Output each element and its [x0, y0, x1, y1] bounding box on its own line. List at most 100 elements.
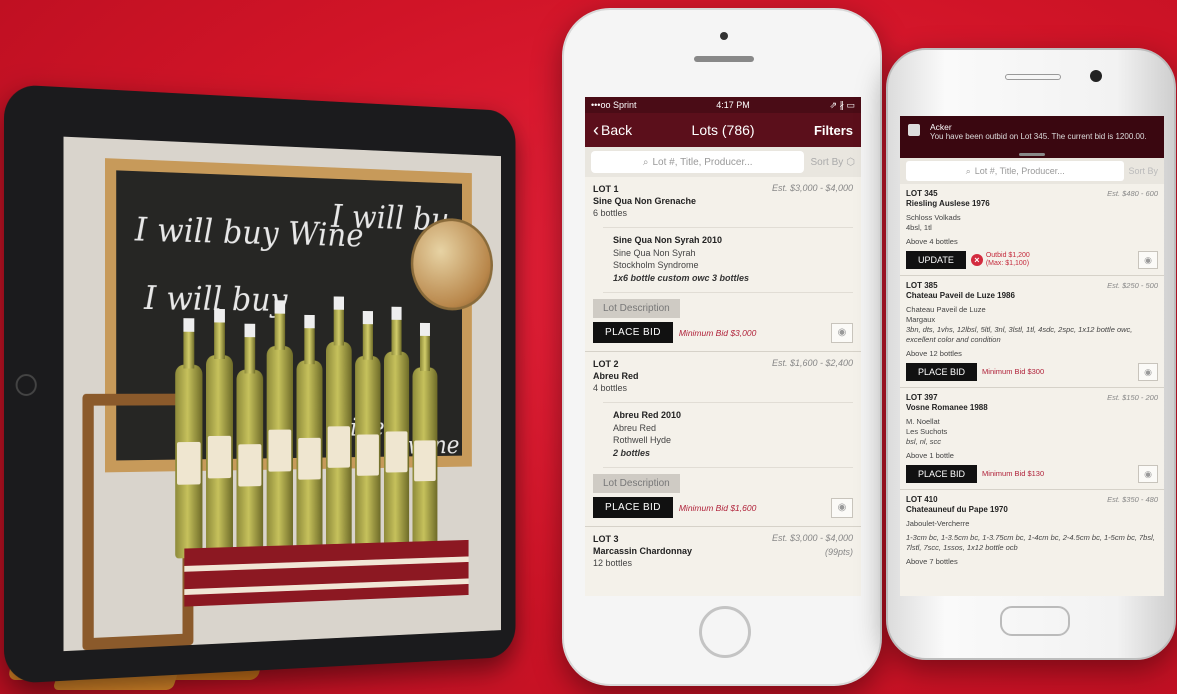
- notification-message: You have been outbid on Lot 345. The cur…: [930, 132, 1147, 141]
- lot-item[interactable]: LOT 385 Est. $250 - 500 Chateau Paveil d…: [900, 276, 1164, 388]
- place-bid-button[interactable]: PLACE BID: [906, 465, 978, 483]
- lot-line: Margaux: [906, 315, 936, 324]
- lot-description-toggle[interactable]: Lot Description: [593, 299, 680, 318]
- lot-note: 3bn, dts, 1vhs, 12lbsl, 5ltl, 3nl, 3lstl…: [906, 325, 1133, 344]
- status-time: 4:17 PM: [716, 100, 750, 110]
- sort-by-button[interactable]: Sort By: [1128, 166, 1158, 176]
- search-input[interactable]: ⌕ Lot #, Title, Producer...: [906, 161, 1125, 181]
- watch-eye-icon[interactable]: ◉: [1138, 251, 1158, 269]
- carrier-signal: •••oo Sprint: [591, 100, 637, 110]
- notification-drag-handle[interactable]: [900, 150, 1164, 158]
- search-icon: ⌕: [642, 156, 649, 168]
- search-row: ⌕ Lot #, Title, Producer... Sort By: [900, 158, 1164, 184]
- chevron-left-icon: ‹: [593, 120, 599, 140]
- lot-estimate: Est. $1,600 - $2,400: [771, 358, 853, 368]
- watch-eye-icon[interactable]: ◉: [1138, 465, 1158, 483]
- lot-above: Above 7 bottles: [906, 557, 958, 566]
- chalk-text: I will buy Wine: [134, 210, 364, 255]
- bid-row: PLACE BID Minimum Bid $130 ◉: [906, 461, 1158, 489]
- lot-line: Les Suchots: [906, 427, 948, 436]
- lot-estimate: Est. $480 - 600: [1107, 189, 1158, 198]
- update-bid-button[interactable]: UPDATE: [906, 251, 966, 269]
- lot-above: Above 1 bottle: [906, 451, 954, 460]
- lot-title: Marcassin Chardonnay: [593, 546, 693, 556]
- wine-bottles-image: [175, 287, 460, 559]
- wine-packaging: 1x6 bottle custom owc 3 bottles: [613, 272, 750, 283]
- wine-line: Stockholm Syndrome: [613, 260, 699, 270]
- place-bid-button[interactable]: PLACE BID: [593, 322, 673, 343]
- search-input[interactable]: ⌕ Lot #, Title, Producer...: [591, 151, 805, 173]
- app-icon: [908, 124, 920, 136]
- watch-eye-icon[interactable]: ◉: [1138, 363, 1158, 381]
- status-bar: •••oo Sprint 4:17 PM ⇗ ∦ ▭: [585, 97, 861, 113]
- lot-points: (99pts): [824, 547, 853, 557]
- lot-description-toggle[interactable]: Lot Description: [593, 474, 680, 493]
- tablet-device: I will buy Wine I will bu I will buy win…: [4, 84, 516, 684]
- bid-row: PLACE BID Minimum Bid $3,000 ◉: [593, 318, 853, 351]
- sort-icon: ⬡: [846, 156, 855, 168]
- iphone-screen: •••oo Sprint 4:17 PM ⇗ ∦ ▭ ‹ Back Lots (…: [585, 97, 861, 596]
- status-icons: ⇗ ∦ ▭: [829, 99, 855, 110]
- lot-item[interactable]: LOT 2 Est. $1,600 - $2,400 Abreu Red 4 b…: [585, 352, 861, 527]
- earpiece-speaker: [1005, 74, 1061, 80]
- notification-app-name: Acker: [930, 122, 952, 132]
- bid-row: PLACE BID Minimum Bid $300 ◉: [906, 359, 1158, 387]
- wine-name: Sine Qua Non Syrah 2010: [613, 235, 723, 245]
- search-placeholder: Lot #, Title, Producer...: [652, 156, 753, 168]
- lot-above: Above 4 bottles: [906, 237, 958, 246]
- search-placeholder: Lot #, Title, Producer...: [974, 166, 1065, 176]
- back-label: Back: [601, 122, 633, 138]
- watch-eye-icon[interactable]: ◉: [831, 322, 853, 343]
- wine-name: Abreu Red 2010: [613, 410, 682, 420]
- minimum-bid: Minimum Bid $3,000: [678, 327, 757, 338]
- lot-quantity: 12 bottles: [593, 558, 633, 568]
- lot-item[interactable]: LOT 3 Est. $3,000 - $4,000 Marcassin Cha…: [585, 527, 861, 569]
- lot-title: Chateau Paveil de Luze 1986: [906, 291, 1015, 300]
- lot-estimate: Est. $150 - 200: [1107, 393, 1158, 402]
- lot-line: Schloss Volkads: [906, 213, 961, 222]
- lot-detail: Sine Qua Non Syrah 2010 Sine Qua Non Syr…: [603, 227, 853, 293]
- lot-item[interactable]: LOT 1 Est. $3,000 - $4,000 Sine Qua Non …: [585, 177, 861, 352]
- close-circle-icon: ×: [970, 254, 983, 266]
- android-device: Acker You have been outbid on Lot 345. T…: [886, 48, 1176, 660]
- wine-line: Sine Qua Non Syrah: [613, 247, 696, 258]
- minimum-bid: Minimum Bid $130: [982, 469, 1045, 478]
- earpiece-speaker: [694, 56, 754, 62]
- lot-note: 1-3cm bc, 1-3.5cm bc, 1-3.75cm bc, 1-4cm…: [906, 533, 1155, 552]
- lot-line: 4bsl, 1tl: [906, 223, 932, 232]
- lot-above: Above 12 bottles: [906, 349, 962, 358]
- iphone-device: •••oo Sprint 4:17 PM ⇗ ∦ ▭ ‹ Back Lots (…: [562, 8, 882, 686]
- back-button[interactable]: ‹ Back: [593, 120, 633, 140]
- wine-packaging: 2 bottles: [613, 447, 651, 458]
- lot-line: M. Noellat: [906, 417, 940, 426]
- home-button[interactable]: [699, 606, 751, 658]
- lot-estimate: Est. $3,000 - $4,000: [771, 183, 853, 193]
- place-bid-button[interactable]: PLACE BID: [593, 497, 673, 518]
- lot-title: Chateauneuf du Pape 1970: [906, 505, 1008, 514]
- place-bid-button[interactable]: PLACE BID: [906, 363, 978, 381]
- sort-by-button[interactable]: Sort By ⬡: [810, 157, 855, 168]
- lot-title: Sine Qua Non Grenache: [593, 196, 697, 206]
- books-image: [184, 539, 469, 607]
- outbid-amount: Outbid $1,200: [985, 252, 1030, 259]
- front-camera: [1090, 70, 1102, 82]
- bid-row: UPDATE × Outbid $1,200 (Max: $1,100) ◉: [906, 247, 1158, 275]
- lot-item[interactable]: LOT 410 Est. $350 - 480 Chateauneuf du P…: [900, 490, 1164, 567]
- watch-eye-icon[interactable]: ◉: [831, 497, 853, 518]
- lot-line: Chateau Paveil de Luze: [906, 305, 986, 314]
- page-title: Lots (786): [691, 122, 755, 138]
- filters-button[interactable]: Filters: [814, 123, 853, 138]
- home-button[interactable]: [1000, 606, 1070, 636]
- search-icon: ⌕: [965, 165, 971, 176]
- minimum-bid: Minimum Bid $1,600: [678, 502, 757, 513]
- lot-title: Abreu Red: [593, 371, 639, 381]
- lot-title: Riesling Auslese 1976: [906, 199, 990, 208]
- lot-estimate: Est. $350 - 480: [1107, 495, 1158, 504]
- lot-item[interactable]: LOT 397 Est. $150 - 200 Vosne Romanee 19…: [900, 388, 1164, 490]
- lot-estimate: Est. $3,000 - $4,000: [771, 533, 853, 543]
- lot-item[interactable]: LOT 345 Est. $480 - 600 Riesling Auslese…: [900, 184, 1164, 276]
- lot-line: Jaboulet-Vercherre: [906, 519, 970, 528]
- wine-line: Abreu Red: [613, 422, 657, 433]
- lot-title: Vosne Romanee 1988: [906, 403, 988, 412]
- outbid-notification[interactable]: Acker You have been outbid on Lot 345. T…: [900, 116, 1164, 150]
